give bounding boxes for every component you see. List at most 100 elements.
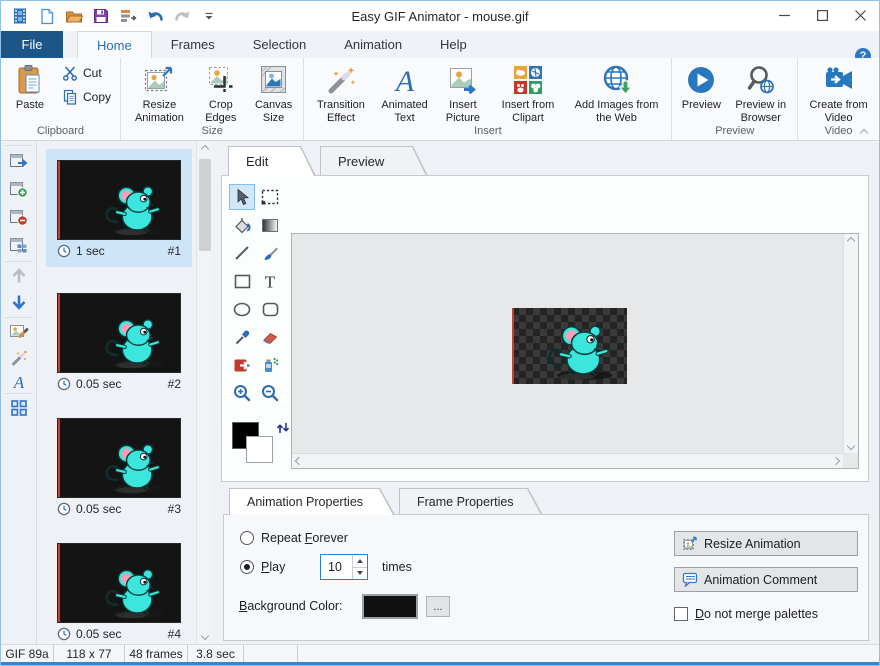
- collapse-ribbon-button[interactable]: [861, 123, 867, 141]
- tab-help[interactable]: Help: [421, 31, 486, 58]
- extract-frame-button[interactable]: [9, 151, 29, 171]
- frame-list-scrollbar[interactable]: [196, 141, 213, 644]
- export-frames-button[interactable]: [117, 5, 139, 27]
- frame-item-3[interactable]: 0.05 sec #3: [46, 407, 192, 525]
- resize-animation-button[interactable]: Resize Animation: [124, 61, 195, 125]
- edit-frame-button[interactable]: [9, 321, 29, 341]
- background-color-swatch[interactable]: [246, 436, 273, 463]
- swap-colors-icon[interactable]: [276, 420, 290, 436]
- tool-ellipse[interactable]: [229, 296, 255, 322]
- app-filmstrip-icon: [9, 5, 31, 27]
- tool-zoom-in[interactable]: [229, 380, 255, 406]
- repeat-forever-radio[interactable]: Repeat Forever: [240, 531, 348, 545]
- tool-rectangle[interactable]: [229, 268, 255, 294]
- add-images-web-button[interactable]: Add Images from the Web: [565, 61, 669, 125]
- copy-button[interactable]: Copy: [56, 85, 117, 109]
- tool-zoom-out[interactable]: [257, 380, 283, 406]
- radio-checked-icon[interactable]: [240, 560, 254, 574]
- tool-select-cursor[interactable]: [229, 184, 255, 210]
- scroll-down-icon[interactable]: [844, 439, 858, 453]
- tool-fill-bucket[interactable]: [229, 212, 255, 238]
- crop-edges-icon: [204, 63, 238, 97]
- move-frame-up-button[interactable]: [9, 266, 29, 286]
- paste-button[interactable]: Paste: [4, 61, 56, 112]
- canvas-size-button[interactable]: Canvas Size: [247, 61, 301, 125]
- add-frame-button[interactable]: [9, 179, 29, 199]
- tool-eyedropper[interactable]: [229, 324, 255, 350]
- create-from-video-button[interactable]: Create from Video: [801, 61, 876, 125]
- new-file-button[interactable]: [36, 5, 58, 27]
- tab-frames[interactable]: Frames: [152, 31, 234, 58]
- scroll-right-icon[interactable]: [829, 454, 843, 468]
- checkbox-icon[interactable]: [674, 607, 688, 621]
- frame-thumbnail-1[interactable]: [57, 160, 181, 240]
- tool-replace-color[interactable]: [229, 352, 255, 378]
- move-frame-down-button[interactable]: [9, 292, 29, 312]
- insert-picture-button[interactable]: Insert Picture: [435, 61, 492, 125]
- preview-button[interactable]: Preview: [675, 61, 727, 112]
- frame-thumbnail-3[interactable]: [57, 418, 181, 498]
- frame-thumbnail-2[interactable]: [57, 293, 181, 373]
- tab-home[interactable]: Home: [77, 31, 152, 58]
- tab-selection[interactable]: Selection: [234, 31, 325, 58]
- preview-in-browser-button[interactable]: Preview in Browser: [727, 61, 794, 125]
- transition-effect-button[interactable]: Transition Effect: [307, 61, 374, 125]
- customize-toolbar-button[interactable]: [198, 5, 220, 27]
- scroll-up-icon[interactable]: [844, 234, 858, 248]
- play-times-spinner[interactable]: 10: [320, 554, 368, 580]
- undo-button[interactable]: [144, 5, 166, 27]
- gif-canvas[interactable]: [512, 308, 627, 384]
- spin-down-icon[interactable]: [353, 568, 367, 580]
- tool-marquee-select[interactable]: [257, 184, 283, 210]
- frame-item-1[interactable]: 1 sec #1: [46, 149, 192, 267]
- tab-file[interactable]: File: [1, 31, 63, 58]
- crop-edges-button[interactable]: Crop Edges: [195, 61, 247, 125]
- tool-eraser[interactable]: [257, 324, 283, 350]
- add-images-web-icon: [600, 63, 634, 97]
- resize-animation-panel-button[interactable]: Resize Animation: [674, 531, 858, 556]
- frame-item-2[interactable]: 0.05 sec #2: [46, 282, 192, 400]
- scrollbar-thumb[interactable]: [199, 159, 211, 251]
- save-file-button[interactable]: [90, 5, 112, 27]
- tab-edit[interactable]: Edit: [228, 146, 316, 176]
- canvas-horizontal-scrollbar[interactable]: [292, 453, 843, 468]
- animation-background-color-swatch[interactable]: [362, 594, 418, 619]
- animated-text-button[interactable]: A Animated Text: [375, 61, 435, 125]
- frame-thumbnail-4[interactable]: [57, 543, 181, 623]
- canvas-vertical-scrollbar[interactable]: [843, 234, 858, 453]
- manage-frames-grid-button[interactable]: [9, 398, 29, 418]
- maximize-icon[interactable]: [803, 1, 841, 30]
- minimize-icon[interactable]: [765, 1, 803, 30]
- frame-item-4[interactable]: 0.05 sec #4: [46, 532, 192, 644]
- scroll-up-icon[interactable]: [197, 141, 213, 157]
- insert-from-clipart-button[interactable]: Insert from Clipart: [491, 61, 565, 125]
- play-times-value[interactable]: 10: [321, 555, 352, 579]
- play-radio[interactable]: Play: [240, 560, 285, 574]
- radio-icon[interactable]: [240, 531, 254, 545]
- animation-comment-button[interactable]: Animation Comment: [674, 567, 858, 592]
- tool-rounded-rectangle[interactable]: [257, 296, 283, 322]
- scroll-left-icon[interactable]: [292, 454, 306, 468]
- tab-animation[interactable]: Animation: [325, 31, 421, 58]
- scroll-down-icon[interactable]: [197, 628, 213, 644]
- tool-brush[interactable]: [257, 240, 283, 266]
- tool-spray[interactable]: [257, 352, 283, 378]
- duplicate-frame-button[interactable]: [9, 235, 29, 255]
- spin-up-icon[interactable]: [353, 555, 367, 568]
- delete-frame-button[interactable]: [9, 207, 29, 227]
- background-color-browse-button[interactable]: ...: [426, 596, 450, 617]
- drawing-canvas-area[interactable]: [291, 233, 859, 469]
- tab-edit-preview[interactable]: Preview: [320, 146, 428, 176]
- close-icon[interactable]: [841, 1, 879, 30]
- redo-button[interactable]: [171, 5, 193, 27]
- tab-animation-properties[interactable]: Animation Properties: [229, 488, 395, 515]
- cut-button[interactable]: Cut: [56, 61, 117, 85]
- tab-frame-properties[interactable]: Frame Properties: [399, 488, 543, 515]
- open-file-button[interactable]: [63, 5, 85, 27]
- frame-wand-button[interactable]: [9, 348, 29, 368]
- tool-line[interactable]: [229, 240, 255, 266]
- merge-palettes-checkbox[interactable]: Do not merge palettes: [674, 607, 818, 621]
- frame-text-button[interactable]: A: [9, 372, 29, 392]
- tool-gradient[interactable]: [257, 212, 283, 238]
- tool-text[interactable]: T: [257, 268, 283, 294]
